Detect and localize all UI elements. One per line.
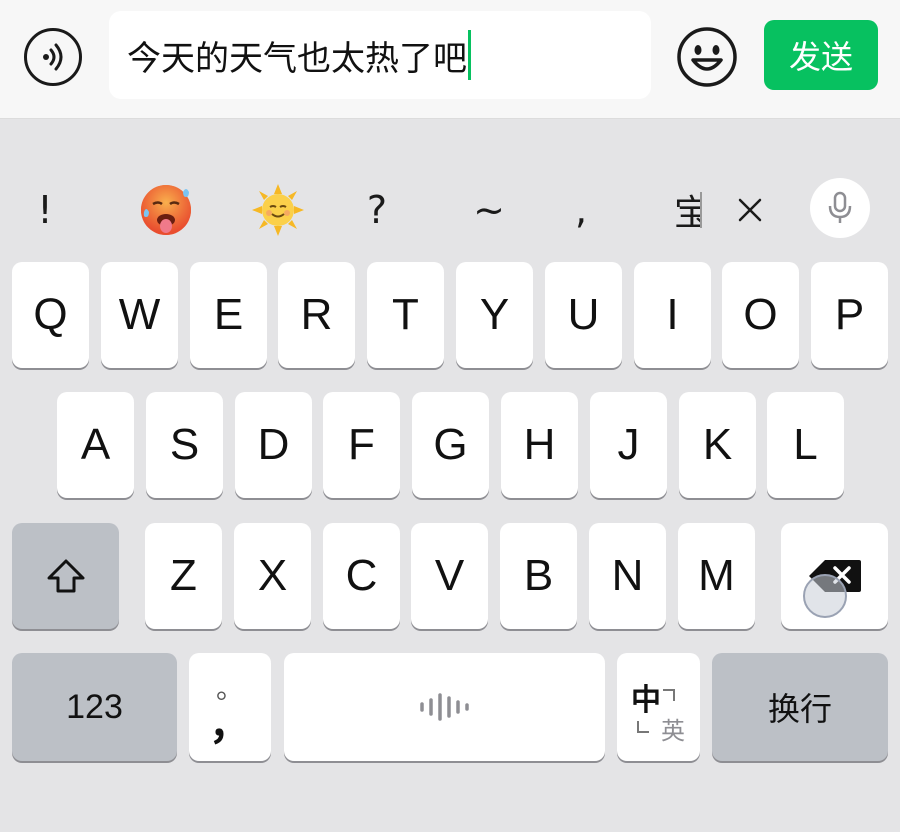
lang-bracket-top (663, 689, 675, 701)
key-k[interactable]: K (679, 392, 756, 498)
candidate-hot-face[interactable] (136, 170, 196, 250)
key-i[interactable]: I (634, 262, 711, 368)
close-candidates-button[interactable] (728, 170, 772, 250)
key-s[interactable]: S (146, 392, 223, 498)
shift-key[interactable] (12, 523, 119, 629)
key-j[interactable]: J (590, 392, 667, 498)
key-l[interactable]: L (767, 392, 844, 498)
key-f[interactable]: F (323, 392, 400, 498)
close-icon (738, 198, 762, 222)
message-text: 今天的天气也太热了吧 (127, 38, 467, 79)
key-b[interactable]: B (500, 523, 577, 629)
return-key[interactable]: 换行 (712, 653, 888, 761)
key-a[interactable]: A (57, 392, 134, 498)
key-m[interactable]: M (678, 523, 755, 629)
lang-english: 英 (661, 717, 685, 745)
punct-comma: ， (208, 701, 251, 748)
key-e[interactable]: E (190, 262, 267, 368)
key-w[interactable]: W (101, 262, 178, 368)
chat-input-bar: 今天的天气也太热了吧 发送 (0, 0, 900, 119)
candidate-sun-face[interactable] (248, 170, 308, 250)
touch-indicator (803, 574, 847, 618)
key-g[interactable]: G (412, 392, 489, 498)
key-r[interactable]: R (278, 262, 355, 368)
key-q[interactable]: Q (12, 262, 89, 368)
lang-bracket-bottom (637, 721, 649, 733)
punctuation-key[interactable]: 。 ， (189, 653, 271, 761)
microphone-button[interactable] (810, 178, 870, 238)
voice-input-button[interactable] (24, 28, 82, 86)
candidate-question[interactable]: ? (352, 170, 402, 250)
voice-wave-icon (43, 43, 63, 71)
smiley-face-icon (677, 27, 737, 87)
key-h[interactable]: H (501, 392, 578, 498)
lang-chinese: 中 (631, 683, 661, 718)
emoji-button[interactable] (676, 26, 738, 88)
candidate-tilde[interactable]: ~ (464, 170, 514, 250)
send-button[interactable]: 发送 (764, 20, 878, 90)
key-o[interactable]: O (722, 262, 799, 368)
language-switch-key[interactable]: 中 英 (617, 653, 700, 761)
hot-face-emoji (141, 185, 191, 235)
microphone-icon (828, 191, 852, 223)
space-key[interactable] (284, 653, 605, 761)
candidate-partial[interactable]: 宝 (674, 170, 702, 250)
candidate-comma[interactable]: , (556, 170, 606, 250)
numbers-key[interactable]: 123 (12, 653, 177, 761)
key-t[interactable]: T (367, 262, 444, 368)
shift-arrow-icon (47, 559, 84, 593)
key-c[interactable]: C (323, 523, 400, 629)
message-input[interactable]: 今天的天气也太热了吧 (109, 11, 651, 99)
candidate-bar: ! ? ~ , 宝 (0, 170, 900, 250)
voice-bars-icon (419, 693, 469, 721)
key-v[interactable]: V (411, 523, 488, 629)
key-z[interactable]: Z (145, 523, 222, 629)
key-n[interactable]: N (589, 523, 666, 629)
text-caret (468, 30, 471, 80)
sun-with-face-emoji (252, 184, 304, 236)
key-x[interactable]: X (234, 523, 311, 629)
key-y[interactable]: Y (456, 262, 533, 368)
key-d[interactable]: D (235, 392, 312, 498)
key-p[interactable]: P (811, 262, 888, 368)
candidate-exclamation[interactable]: ! (20, 170, 70, 250)
key-u[interactable]: U (545, 262, 622, 368)
